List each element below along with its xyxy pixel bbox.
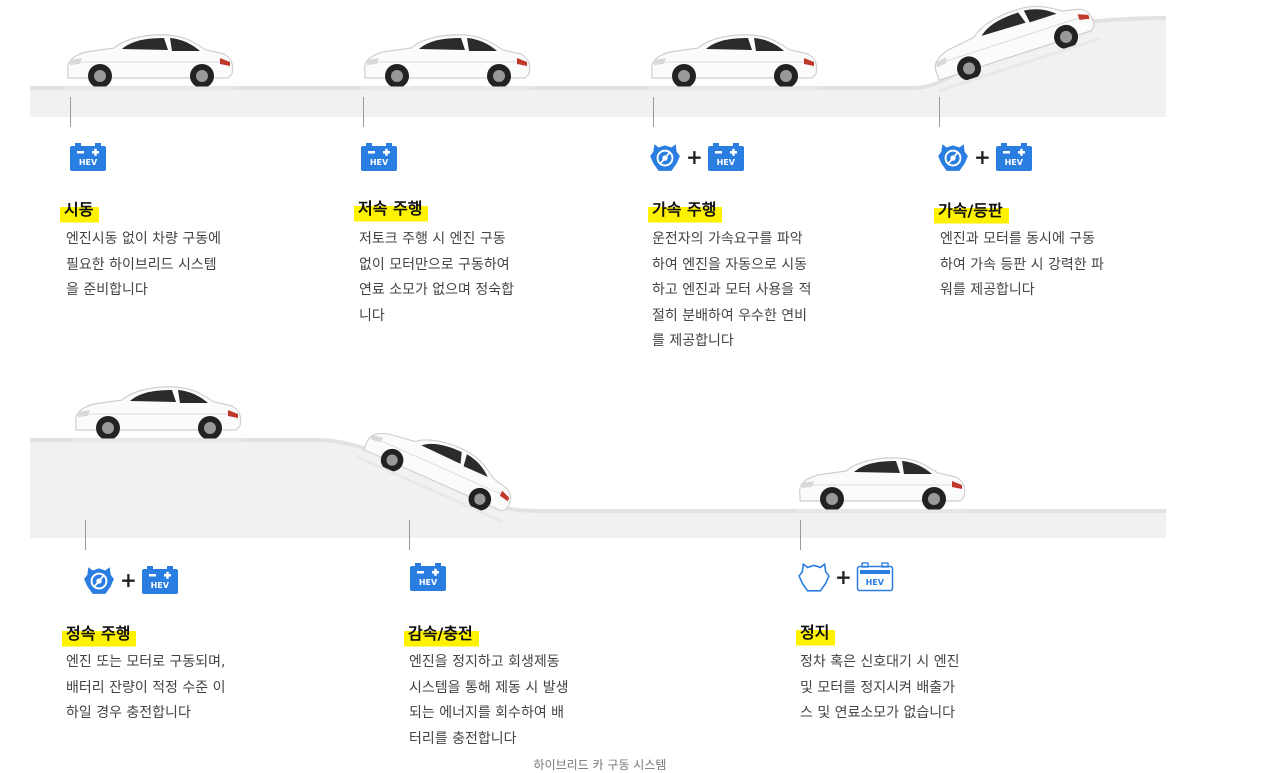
engine-icon [648,140,682,174]
stage-desc-acceleration: 운전자의 가속요구를 파악 하여 엔진을 자동으로 시동 하고 엔진과 모터 사… [652,231,812,349]
stage-desc-cruise: 엔진 또는 모터로 구동되며, 배터리 잔량이 적정 수준 이 하일 경우 충전… [66,654,226,721]
stage-marker [363,97,364,127]
stage-icons: HEV [360,142,398,172]
car-image-cruise [72,384,242,442]
engine-icon [82,563,116,597]
stage-marker [409,520,410,550]
stage-marker [653,97,654,127]
stage-marker [85,520,86,550]
stage-title-acceleration: 가속 주행 [648,198,723,224]
stage-desc-stop: 정차 혹은 신호대기 시 엔진 및 모터를 정지시켜 배출가 스 및 연료소모가… [800,654,960,721]
stage-icons: HEV [69,142,107,172]
car-image-stop [796,455,966,513]
battery-hev-icon: HEV [69,142,107,172]
battery-hev-icon: HEV [360,142,398,172]
car-image-low-speed [361,32,531,90]
stage-title-deceleration: 감속/충전 [404,622,479,648]
plus-sign: + [120,568,137,592]
stage-icons: + HEV [797,560,894,594]
stage-marker [800,520,801,550]
stage-desc-deceleration: 엔진을 정지하고 회생제동 시스템을 통해 제동 시 발생 되는 에너지를 회수… [409,654,569,747]
battery-hev-icon: HEV [995,142,1033,172]
engine-icon [936,140,970,174]
figure-caption: 하이브리드 카 구동 시스템 [533,758,667,772]
stage-icons: + HEV [648,140,745,174]
stage-title-low-speed: 저속 주행 [354,197,429,223]
battery-hev-icon: HEV [141,565,179,595]
stage-title-stop: 정지 [796,621,836,647]
car-image-acceleration [648,32,818,90]
battery-hev-outline-icon: HEV [856,562,894,592]
stage-title-uphill: 가속/등판 [934,199,1009,225]
car-image-start [64,32,234,90]
stage-desc-uphill: 엔진과 모터를 동시에 구동 하여 가속 등판 시 강력한 파 워를 제공합니다 [940,231,1104,298]
stage-title-start: 시동 [60,198,100,224]
stage-icons: + HEV [82,563,179,597]
stage-icons: + HEV [936,140,1033,174]
stage-desc-low-speed: 저토크 주행 시 엔진 구동 없이 모터만으로 구동하여 연료 소모가 없으며 … [359,231,515,324]
plus-sign: + [974,145,991,169]
stage-marker [70,97,71,127]
plus-sign: + [686,145,703,169]
engine-outline-icon [797,560,831,594]
battery-hev-icon: HEV [707,142,745,172]
battery-hev-icon: HEV [409,562,447,592]
stage-marker [939,97,940,127]
plus-sign: + [835,565,852,589]
stage-icons: HEV [409,562,447,592]
stage-title-cruise: 정속 주행 [62,622,137,648]
stage-desc-start: 엔진시동 없이 차량 구동에 필요한 하이브리드 시스템 을 준비합니다 [66,231,222,298]
